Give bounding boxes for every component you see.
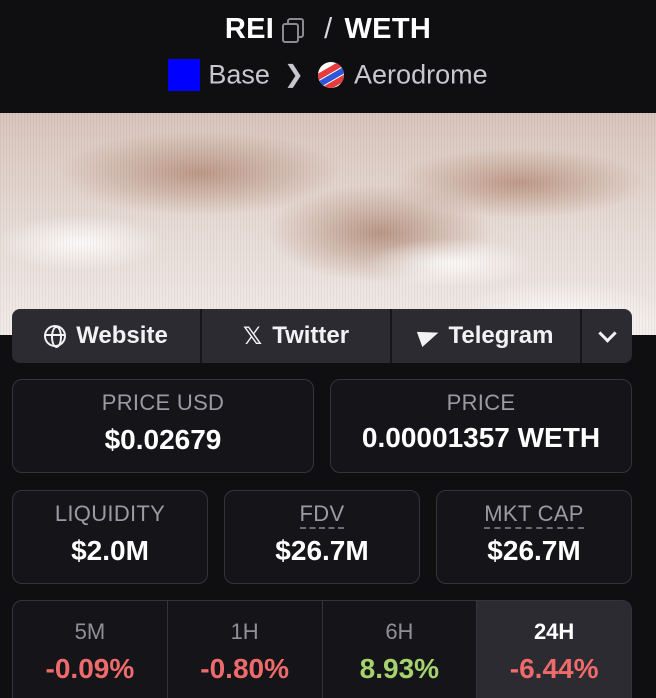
quote-token-symbol: WETH — [344, 12, 432, 45]
fdv-card[interactable]: FDV $26.7M — [224, 490, 420, 584]
base-token-symbol: REI — [224, 12, 275, 45]
website-label: Website — [76, 322, 168, 349]
timeframe-tab-5m[interactable]: 5M -0.09% — [13, 601, 168, 698]
token-banner-image — [0, 113, 656, 335]
price-change-value: 8.93% — [359, 653, 440, 684]
chain-link[interactable]: Base — [208, 59, 270, 89]
chain-dex-breadcrumb: Base ❯ Aerodrome — [0, 58, 656, 91]
social-links-bar: Website 𝕏 Twitter Telegram — [12, 309, 632, 363]
website-button[interactable]: Website — [12, 309, 202, 363]
timeframe-label: 5M — [74, 619, 106, 644]
x-logo-icon: 𝕏 — [242, 322, 263, 350]
chevron-down-icon — [597, 323, 617, 343]
telegram-button[interactable]: Telegram — [392, 309, 582, 363]
telegram-icon — [416, 325, 441, 347]
more-links-button[interactable] — [582, 309, 632, 363]
twitter-button[interactable]: 𝕏 Twitter — [202, 309, 392, 363]
timeframe-label: 6H — [385, 619, 414, 644]
market-cap-label[interactable]: MKT CAP — [484, 501, 584, 529]
price-change-value: -0.09% — [45, 653, 135, 684]
timeframe-label: 1H — [230, 619, 259, 644]
price-usd-label: PRICE USD — [101, 390, 225, 415]
market-cap-card[interactable]: MKT CAP $26.7M — [436, 490, 632, 584]
fdv-value: $26.7M — [275, 535, 369, 566]
timeframe-label: 24H — [533, 619, 575, 644]
price-change-value: -6.44% — [509, 653, 599, 684]
price-native-card: PRICE 0.00001357 WETH — [330, 379, 632, 473]
pair-title: REI / WETH — [0, 12, 656, 46]
copy-icon[interactable] — [280, 17, 305, 44]
aerodrome-logo-icon — [318, 61, 345, 88]
liquidity-card: LIQUIDITY $2.0M — [12, 490, 208, 584]
fdv-label[interactable]: FDV — [299, 501, 345, 529]
chevron-right-icon: ❯ — [283, 61, 305, 89]
market-cap-value: $26.7M — [487, 535, 581, 566]
pair-separator: / — [324, 12, 333, 45]
liquidity-value: $2.0M — [71, 535, 149, 566]
base-chain-icon — [168, 58, 201, 91]
price-change-value: -0.80% — [200, 653, 289, 684]
pair-header: REI / WETH Base ❯ Aerodrome — [0, 0, 656, 113]
price-change-timeframes: 5M -0.09% 1H -0.80% 6H 8.93% 24H -6.44% — [12, 600, 632, 698]
timeframe-tab-6h[interactable]: 6H 8.93% — [323, 601, 478, 698]
telegram-label: Telegram — [448, 322, 554, 349]
timeframe-tab-1h[interactable]: 1H -0.80% — [168, 601, 323, 698]
price-usd-card: PRICE USD $0.02679 — [12, 379, 314, 473]
price-native-value: 0.00001357 WETH — [361, 422, 601, 453]
price-usd-value: $0.02679 — [104, 424, 222, 455]
twitter-label: Twitter — [272, 322, 350, 349]
price-native-label: PRICE — [446, 390, 516, 415]
timeframe-tab-24h[interactable]: 24H -6.44% — [477, 601, 631, 698]
globe-icon — [44, 325, 67, 348]
liquidity-label: LIQUIDITY — [54, 501, 166, 526]
dex-link[interactable]: Aerodrome — [354, 59, 488, 89]
